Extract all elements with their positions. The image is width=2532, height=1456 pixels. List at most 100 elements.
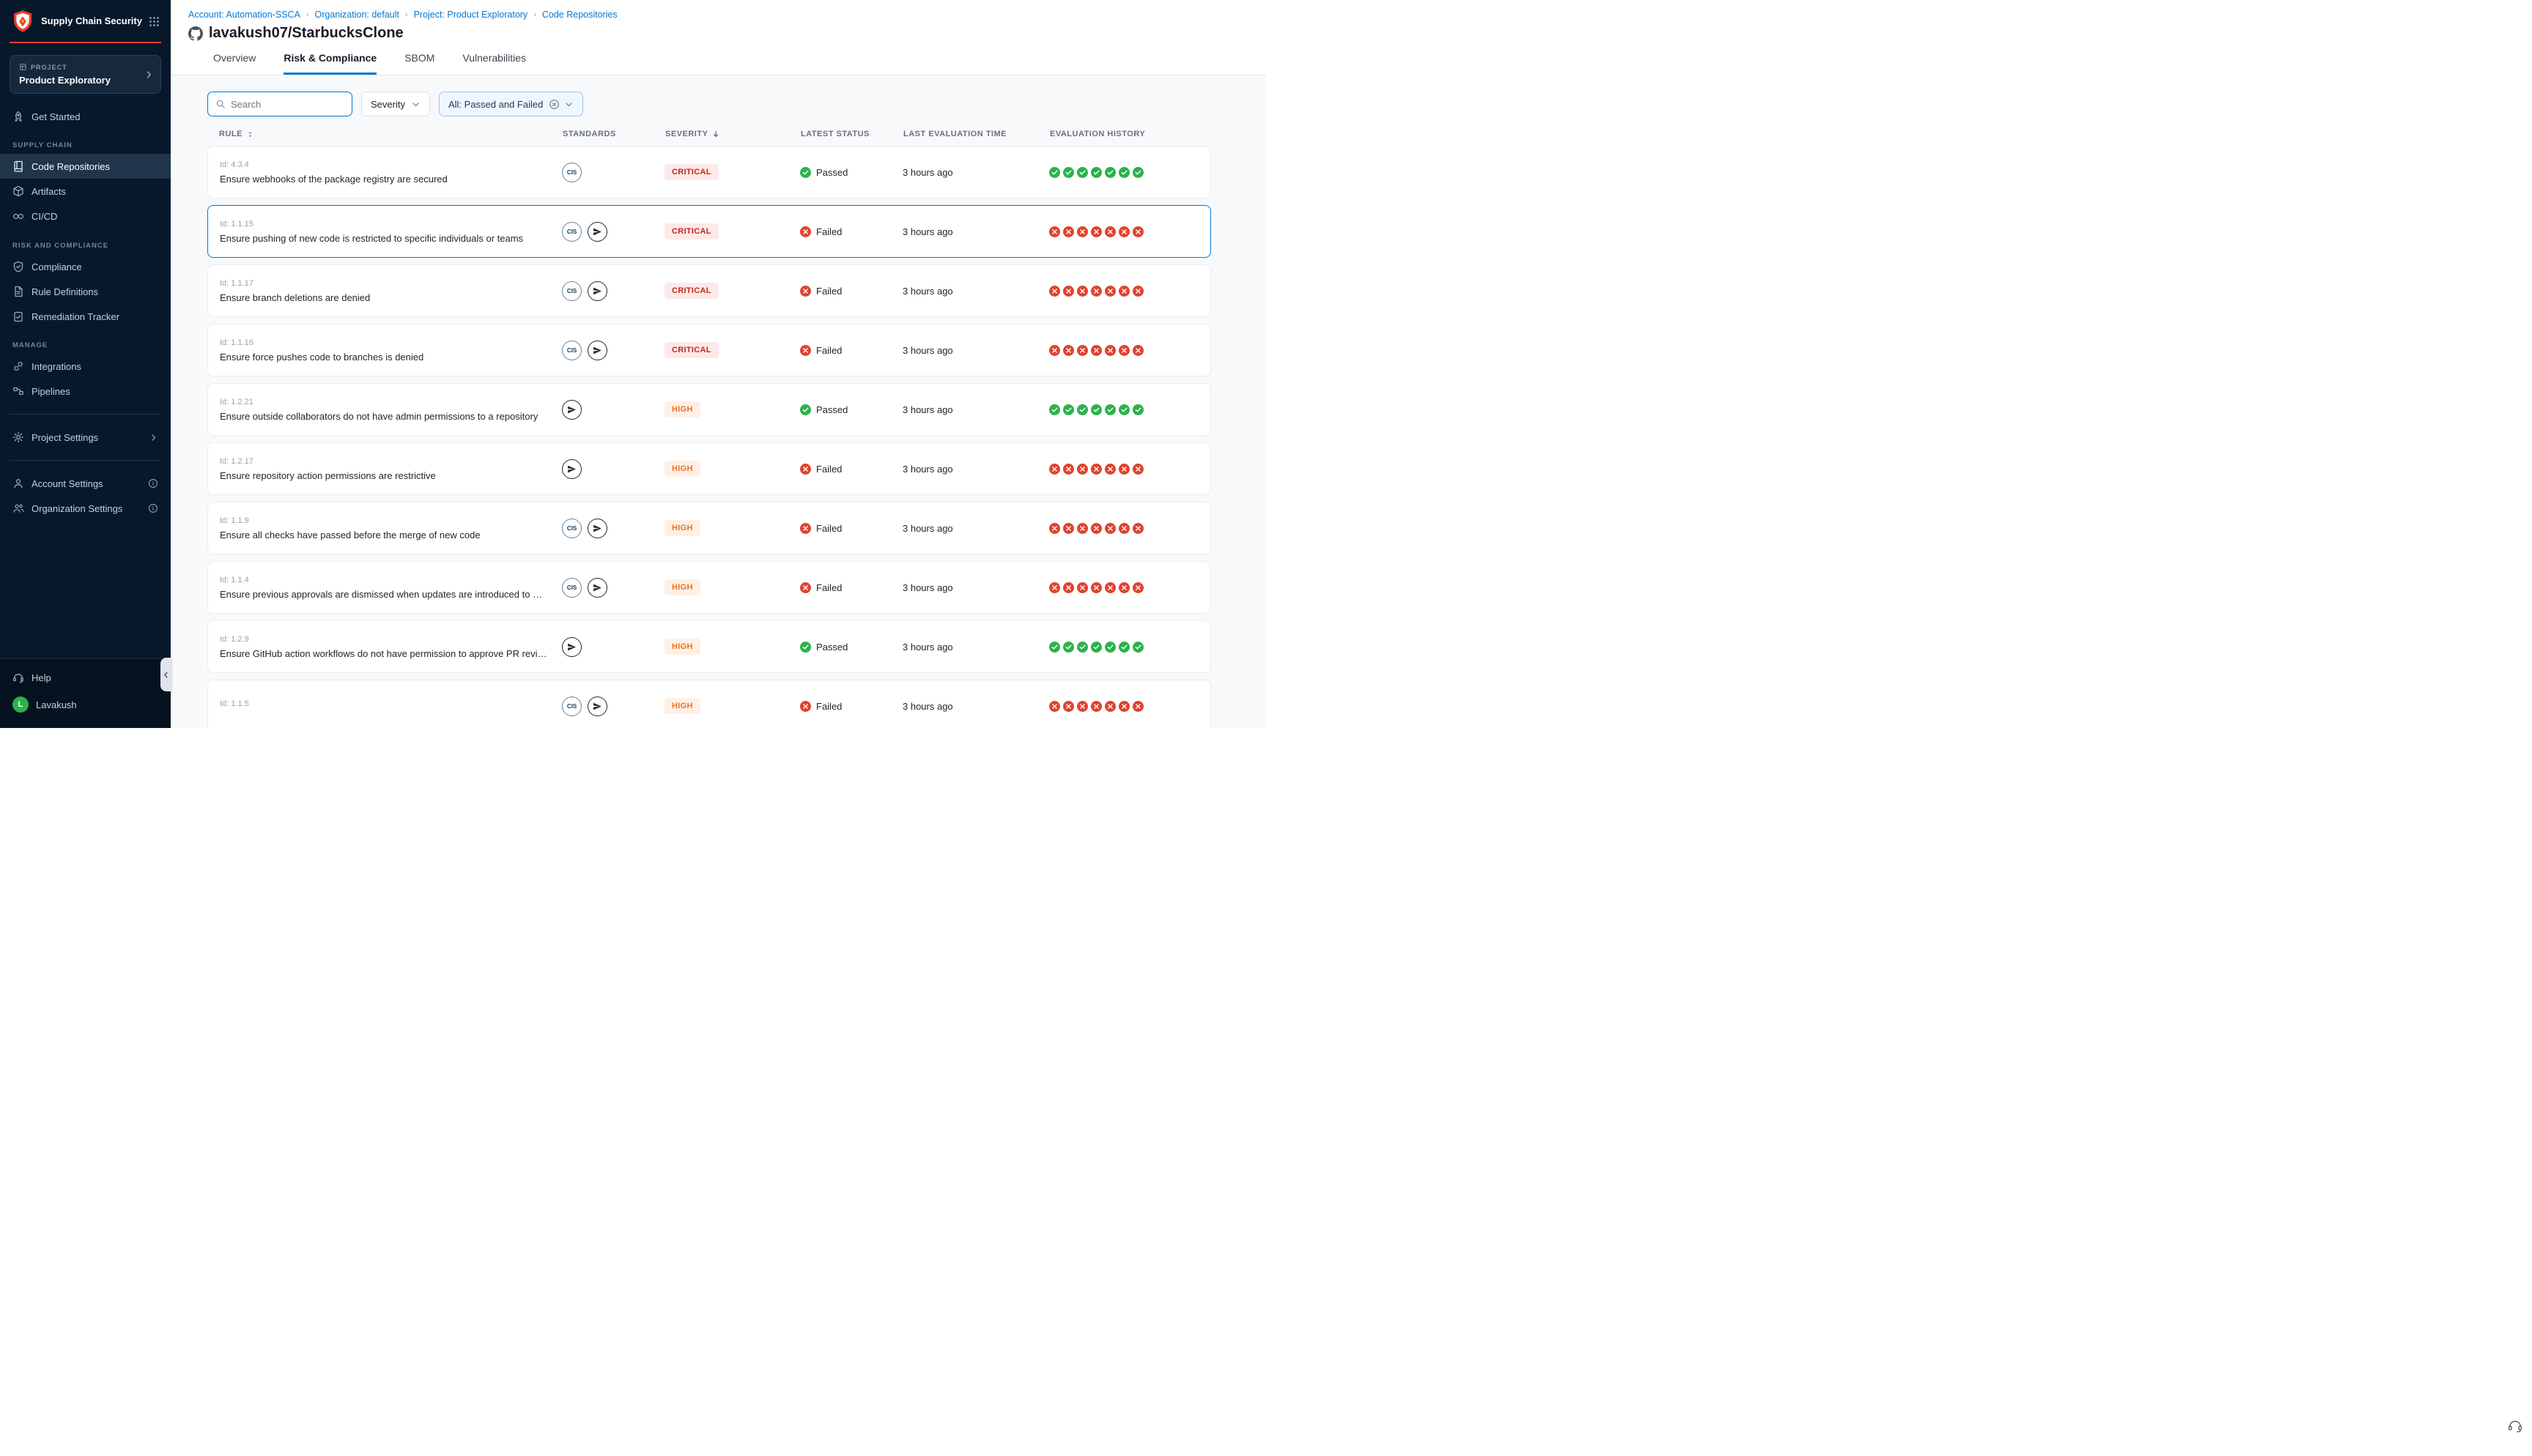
breadcrumb-link-code-repositories[interactable]: Code Repositories xyxy=(542,10,618,20)
severity-badge: HIGH xyxy=(665,579,700,595)
table-row[interactable]: Id: 1.1.9 Ensure all checks have passed … xyxy=(207,502,1211,554)
sidebar-item-organization-settings[interactable]: Organization Settings xyxy=(0,496,171,521)
sidebar-item-artifacts[interactable]: Artifacts xyxy=(0,179,171,204)
table-row[interactable]: Id: 1.2.17 Ensure repository action perm… xyxy=(207,442,1211,495)
breadcrumb-separator: › xyxy=(306,10,309,19)
info-icon[interactable] xyxy=(148,478,158,489)
sidebar-collapse-handle[interactable] xyxy=(160,658,171,691)
resource-center-icon[interactable] xyxy=(2507,1418,2523,1434)
app-logo-shield-icon xyxy=(11,10,34,33)
sidebar-item-remediation-tracker[interactable]: Remediation Tracker xyxy=(0,304,171,329)
status-label: Failed xyxy=(816,582,842,593)
breadcrumb-link-project[interactable]: Project: Product Exploratory xyxy=(414,10,528,20)
history-fail-icon xyxy=(1091,226,1102,237)
column-header-rule[interactable]: RULE xyxy=(207,130,563,138)
column-header-severity[interactable]: SEVERITY xyxy=(665,130,801,138)
sidebar-item-get-started[interactable]: Get Started xyxy=(0,104,171,129)
table-row[interactable]: Id: 1.2.21 Ensure outside collaborators … xyxy=(207,383,1211,436)
latest-status: Passed xyxy=(800,642,903,653)
cis-standard-badge: CIS xyxy=(562,341,582,360)
sidebar-item-project-settings[interactable]: Project Settings xyxy=(0,425,171,450)
search-icon xyxy=(215,99,226,109)
rule-id: Id: 1.1.16 xyxy=(220,338,562,347)
history-fail-icon xyxy=(1091,464,1102,475)
table-row[interactable]: Id: 4.3.4 Ensure webhooks of the package… xyxy=(207,146,1211,198)
latest-status: Passed xyxy=(800,404,903,415)
history-fail-icon xyxy=(1077,523,1088,534)
column-header-standards[interactable]: STANDARDS xyxy=(563,130,665,138)
table-row[interactable]: Id: 1.1.15 Ensure pushing of new code is… xyxy=(207,205,1211,258)
breadcrumb-link-account[interactable]: Account: Automation-SSCA xyxy=(188,10,300,20)
standards-cell: CIS xyxy=(562,222,665,242)
module-grid-icon[interactable] xyxy=(149,16,160,27)
column-header-last-evaluation-time[interactable]: LAST EVALUATION TIME xyxy=(903,130,1050,138)
tab-risk-compliance[interactable]: Risk & Compliance xyxy=(284,52,377,75)
sidebar-item-rule-definitions[interactable]: Rule Definitions xyxy=(0,279,171,304)
history-fail-icon xyxy=(1119,345,1130,356)
sidebar-item-code-repositories[interactable]: Code Repositories xyxy=(0,154,171,179)
column-header-latest-status[interactable]: LATEST STATUS xyxy=(801,130,903,138)
tab-vulnerabilities[interactable]: Vulnerabilities xyxy=(462,52,526,75)
fail-icon xyxy=(800,286,811,297)
sidebar-item-user[interactable]: L Lavakush xyxy=(0,690,171,719)
history-fail-icon xyxy=(1105,701,1116,712)
info-icon[interactable] xyxy=(148,503,158,513)
status-filter-dropdown[interactable]: All: Passed and Failed xyxy=(439,92,583,116)
table-row[interactable]: Id: 1.2.9 Ensure GitHub action workflows… xyxy=(207,620,1211,673)
severity-badge: CRITICAL xyxy=(665,164,719,180)
sidebar-item-compliance[interactable]: Compliance xyxy=(0,254,171,279)
pass-icon xyxy=(800,404,811,415)
fail-icon xyxy=(800,464,811,475)
fail-icon xyxy=(800,345,811,356)
history-fail-icon xyxy=(1091,523,1102,534)
artifacts-cube-icon xyxy=(12,185,24,197)
table-row[interactable]: Id: 1.1.17 Ensure branch deletions are d… xyxy=(207,264,1211,317)
sidebar-item-account-settings[interactable]: Account Settings xyxy=(0,471,171,496)
project-selector[interactable]: PROJECT Product Exploratory xyxy=(10,55,161,94)
history-fail-icon xyxy=(1049,523,1060,534)
latest-status: Passed xyxy=(800,167,903,178)
status-label: Passed xyxy=(816,167,848,178)
history-pass-icon xyxy=(1091,404,1102,415)
history-fail-icon xyxy=(1133,464,1144,475)
rule-id: Id: 1.1.17 xyxy=(220,279,562,288)
headset-icon xyxy=(12,672,24,683)
history-fail-icon xyxy=(1063,286,1074,297)
tab-overview[interactable]: Overview xyxy=(213,52,256,75)
plane-standard-badge xyxy=(588,341,607,360)
latest-status: Failed xyxy=(800,464,903,475)
sidebar-item-cicd[interactable]: CI/CD xyxy=(0,204,171,229)
last-evaluation-time: 3 hours ago xyxy=(903,167,1049,178)
sidebar-item-help[interactable]: Help xyxy=(0,665,171,690)
table-row[interactable]: Id: 1.1.4 Ensure previous approvals are … xyxy=(207,561,1211,614)
rule-title: Ensure force pushes code to branches is … xyxy=(220,352,562,363)
standards-cell: CIS xyxy=(562,341,665,360)
fail-icon xyxy=(800,226,811,237)
table-row[interactable]: Id: 1.1.16 Ensure force pushes code to b… xyxy=(207,324,1211,376)
history-fail-icon xyxy=(1063,523,1074,534)
status-label: Failed xyxy=(816,523,842,534)
tab-sbom[interactable]: SBOM xyxy=(404,52,434,75)
severity-filter-dropdown[interactable]: Severity xyxy=(361,92,430,116)
content-area: Severity All: Passed and Failed RULE STA… xyxy=(171,75,1266,728)
sidebar-item-pipelines[interactable]: Pipelines xyxy=(0,379,171,404)
history-fail-icon xyxy=(1133,345,1144,356)
document-icon xyxy=(12,286,24,297)
search-input[interactable] xyxy=(231,99,344,110)
breadcrumb-link-organization[interactable]: Organization: default xyxy=(315,10,399,20)
table-row[interactable]: Id: 1.1.5 CIS HIGH Failed 3 hours ago xyxy=(207,680,1211,728)
sidebar-item-label: Artifacts xyxy=(32,186,66,197)
clear-filter-icon[interactable] xyxy=(549,99,560,110)
fail-icon xyxy=(800,523,811,534)
standards-cell xyxy=(562,459,665,479)
column-header-evaluation-history[interactable]: EVALUATION HISTORY xyxy=(1050,130,1211,138)
breadcrumb-separator: › xyxy=(533,10,536,19)
fail-icon xyxy=(800,582,811,593)
sidebar-item-integrations[interactable]: Integrations xyxy=(0,354,171,379)
severity-badge: HIGH xyxy=(665,639,700,655)
history-fail-icon xyxy=(1049,345,1060,356)
sidebar-item-label: Compliance xyxy=(32,261,82,272)
main-panel: Account: Automation-SSCA › Organization:… xyxy=(171,0,1266,728)
history-fail-icon xyxy=(1063,226,1074,237)
infinity-icon xyxy=(12,210,24,223)
